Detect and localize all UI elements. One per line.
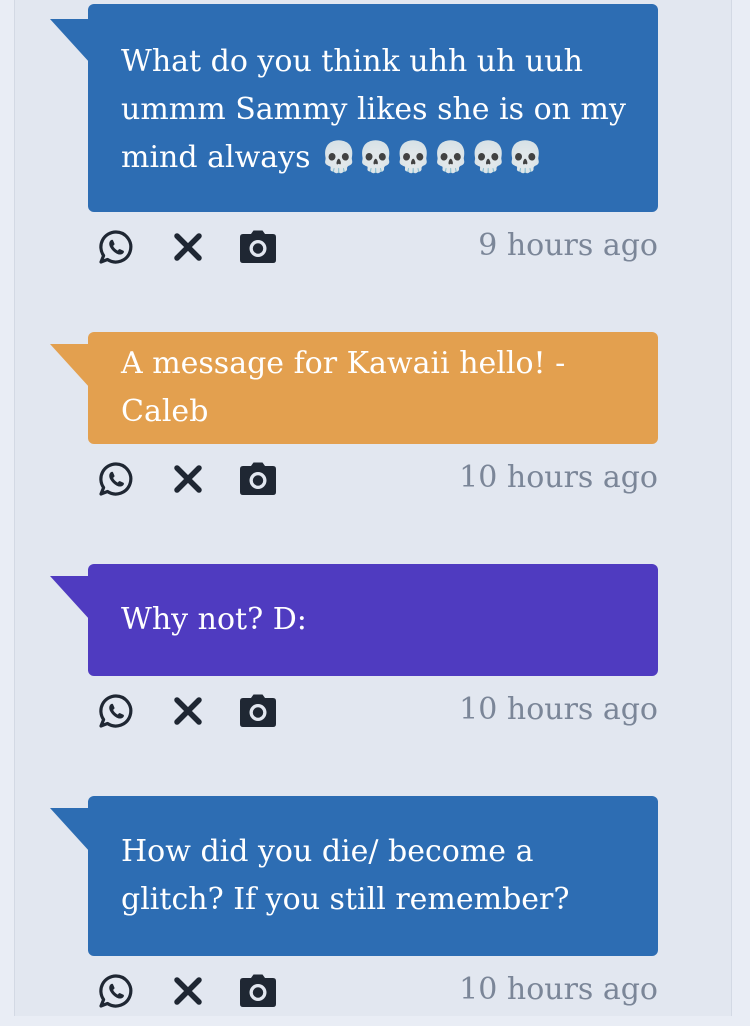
message-card: Why not? D: 10 hours ago — [50, 564, 658, 746]
message-timestamp: 10 hours ago — [459, 972, 658, 1007]
message-card: How did you die/ become a glitch? If you… — [50, 796, 658, 1026]
camera-button[interactable] — [238, 693, 278, 729]
close-button[interactable] — [168, 973, 208, 1009]
whatsapp-icon — [99, 462, 133, 496]
whatsapp-share-button[interactable] — [96, 973, 136, 1009]
message-timestamp: 10 hours ago — [459, 692, 658, 727]
close-icon — [174, 465, 202, 493]
message-timestamp: 9 hours ago — [478, 228, 658, 263]
message-bubble: A message for Kawaii hello! -Caleb — [50, 332, 658, 444]
whatsapp-share-button[interactable] — [96, 693, 136, 729]
whatsapp-icon — [99, 230, 133, 264]
whatsapp-icon — [99, 974, 133, 1008]
camera-icon — [240, 974, 276, 1007]
close-button[interactable] — [168, 461, 208, 497]
message-actions: 10 hours ago — [88, 444, 658, 514]
bubble-tail — [50, 576, 90, 620]
close-icon — [174, 977, 202, 1005]
whatsapp-share-button[interactable] — [96, 229, 136, 265]
camera-icon — [240, 462, 276, 495]
message-bubble: What do you think uhh uh uuh ummm Sammy … — [50, 4, 658, 212]
camera-button[interactable] — [238, 973, 278, 1009]
camera-button[interactable] — [238, 229, 278, 265]
message-bubble: Why not? D: — [50, 564, 658, 676]
camera-button[interactable] — [238, 461, 278, 497]
bubble-tail — [50, 808, 90, 852]
bubble-tail — [50, 19, 90, 63]
message-card: A message for Kawaii hello! -Caleb 10 ho… — [50, 332, 658, 514]
whatsapp-icon — [99, 694, 133, 728]
message-text: What do you think uhh uh uuh ummm Sammy … — [121, 44, 626, 175]
close-icon — [174, 697, 202, 725]
camera-icon — [240, 230, 276, 263]
message-text: Why not? D: — [121, 602, 307, 637]
close-button[interactable] — [168, 693, 208, 729]
message-bubble: How did you die/ become a glitch? If you… — [50, 796, 658, 956]
message-text: A message for Kawaii hello! -Caleb — [121, 346, 566, 429]
whatsapp-share-button[interactable] — [96, 461, 136, 497]
message-card: What do you think uhh uh uuh ummm Sammy … — [50, 4, 658, 282]
close-button[interactable] — [168, 229, 208, 265]
camera-icon — [240, 694, 276, 727]
message-text: How did you die/ become a glitch? If you… — [121, 834, 570, 917]
message-actions: 10 hours ago — [88, 676, 658, 746]
message-timestamp: 10 hours ago — [459, 460, 658, 495]
bubble-tail — [50, 344, 90, 388]
close-icon — [174, 233, 202, 261]
message-actions: 9 hours ago — [88, 212, 658, 282]
